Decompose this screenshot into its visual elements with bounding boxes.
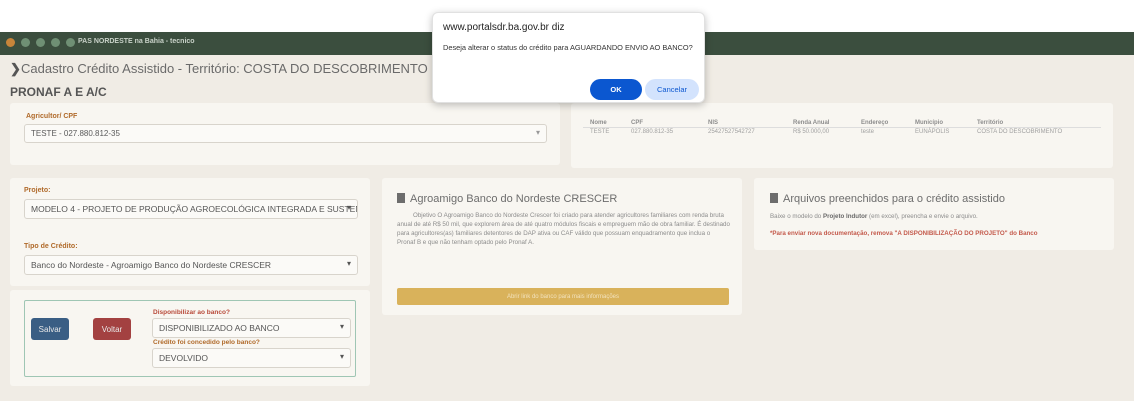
projeto-select[interactable]: MODELO 4 - PROJETO DE PRODUÇÃO AGROECOLÓ…: [24, 199, 358, 219]
tipo-credito-select[interactable]: Banco do Nordeste - Agroamigo Banco do N…: [24, 255, 358, 275]
logout-icon[interactable]: [66, 38, 75, 47]
info-header-endereco: Endereço: [861, 120, 889, 126]
tipo-credito-select-value: Banco do Nordeste - Agroamigo Banco do N…: [31, 260, 272, 270]
agricultor-select[interactable]: TESTE - 027.880.812-35 ▾: [24, 124, 547, 143]
program-title: PRONAF A E A/C: [10, 85, 107, 99]
chevron-right-icon: ❯: [10, 61, 21, 76]
info-header-renda: Renda Anual: [793, 120, 830, 126]
info-value-cpf: 027.880.812-35: [631, 129, 674, 135]
info-header-territorio: Território: [977, 120, 1004, 126]
cancel-button[interactable]: Cancelar: [645, 79, 699, 100]
info-divider: [583, 127, 1101, 128]
info-value-renda: R$ 50.000,00: [793, 129, 830, 135]
concedido-select-value: DEVOLVIDO: [159, 353, 208, 363]
arquivos-title-text: Arquivos preenchidos para o crédito assi…: [783, 193, 1005, 205]
info-value-territorio: COSTA DO DESCOBRIMENTO: [977, 129, 1063, 135]
save-button[interactable]: Salvar: [31, 318, 69, 340]
agroamigo-description: Objetivo O Agroamigo Banco do Nordeste C…: [397, 212, 730, 246]
concedido-select[interactable]: DEVOLVIDO ▾: [152, 348, 351, 368]
info-value-municipio: EUNÁPOLIS: [915, 129, 950, 135]
disponibilizar-select-value: DISPONIBILIZADO AO BANCO: [159, 323, 280, 333]
chevron-down-icon: ▾: [346, 259, 351, 268]
app-title: PAS NORDESTE na Bahia - tecnico: [78, 38, 195, 45]
menu-icon[interactable]: [6, 38, 15, 47]
document-icon: [770, 193, 778, 203]
info-header-nis: NIS: [708, 120, 719, 126]
arquivos-text-after: (em excel), preencha e envie o arquivo.: [867, 213, 978, 220]
document-icon: [397, 193, 405, 203]
projeto-select-value: MODELO 4 - PROJETO DE PRODUÇÃO AGROECOLÓ…: [31, 204, 358, 214]
info-value-nome: TESTE: [590, 129, 610, 135]
agroamigo-title-text: Agroamigo Banco do Nordeste CRESCER: [410, 193, 618, 205]
dialog-message: Deseja alterar o status do crédito para …: [443, 43, 693, 52]
agroamigo-link-button[interactable]: Abrir link do banco para mais informaçõe…: [397, 288, 729, 305]
header-icons: [6, 38, 75, 47]
arquivos-instructions: Baixe o modelo do Projeto Indutor (em ex…: [770, 212, 1100, 221]
disponibilizar-select[interactable]: DISPONIBILIZADO AO BANCO ▾: [152, 318, 351, 338]
confirm-dialog: www.portalsdr.ba.gov.br diz Deseja alter…: [432, 12, 705, 103]
concedido-label: Crédito foi concedido pelo banco?: [153, 339, 260, 346]
info-value-endereco: teste: [861, 129, 875, 135]
chevron-down-icon: ▾: [339, 352, 344, 361]
arquivos-title: Arquivos preenchidos para o crédito assi…: [770, 193, 1005, 205]
home-icon[interactable]: [21, 38, 30, 47]
chevron-down-icon: ▾: [535, 128, 540, 137]
agricultor-label: Agricultor/ CPF: [26, 113, 78, 120]
agricultor-info-panel: [571, 103, 1113, 168]
settings-icon[interactable]: [51, 38, 60, 47]
chevron-down-icon: ▾: [339, 322, 344, 331]
back-button[interactable]: Voltar: [93, 318, 131, 340]
tipo-credito-label: Tipo de Crédito:: [24, 243, 78, 250]
info-value-nis: 25427527542727: [708, 129, 755, 135]
dialog-title: www.portalsdr.ba.gov.br diz: [443, 22, 565, 33]
arquivos-text-before: Baixe o modelo do: [770, 213, 823, 220]
projeto-indutor-link[interactable]: Projeto Indutor: [823, 213, 867, 220]
agroamigo-title: Agroamigo Banco do Nordeste CRESCER: [397, 193, 617, 205]
agricultor-select-value: TESTE - 027.880.812-35: [31, 129, 120, 138]
info-header-cpf: CPF: [631, 120, 643, 126]
projeto-label: Projeto:: [24, 187, 51, 194]
disponibilizar-label: Disponibilizar ao banco?: [153, 309, 230, 316]
page-title-text: Cadastro Crédito Assistido - Território:…: [21, 61, 428, 76]
ok-button[interactable]: OK: [590, 79, 642, 100]
info-header-municipio: Município: [915, 120, 943, 126]
page: PAS NORDESTE na Bahia - tecnico ❯Cadastr…: [0, 0, 1134, 401]
arquivos-warning: *Para enviar nova documentação, remova "…: [770, 230, 1038, 237]
info-header-nome: Nome: [590, 120, 607, 126]
user-icon[interactable]: [36, 38, 45, 47]
page-title: ❯Cadastro Crédito Assistido - Território…: [10, 61, 428, 77]
chevron-down-icon: ▾: [346, 203, 351, 212]
